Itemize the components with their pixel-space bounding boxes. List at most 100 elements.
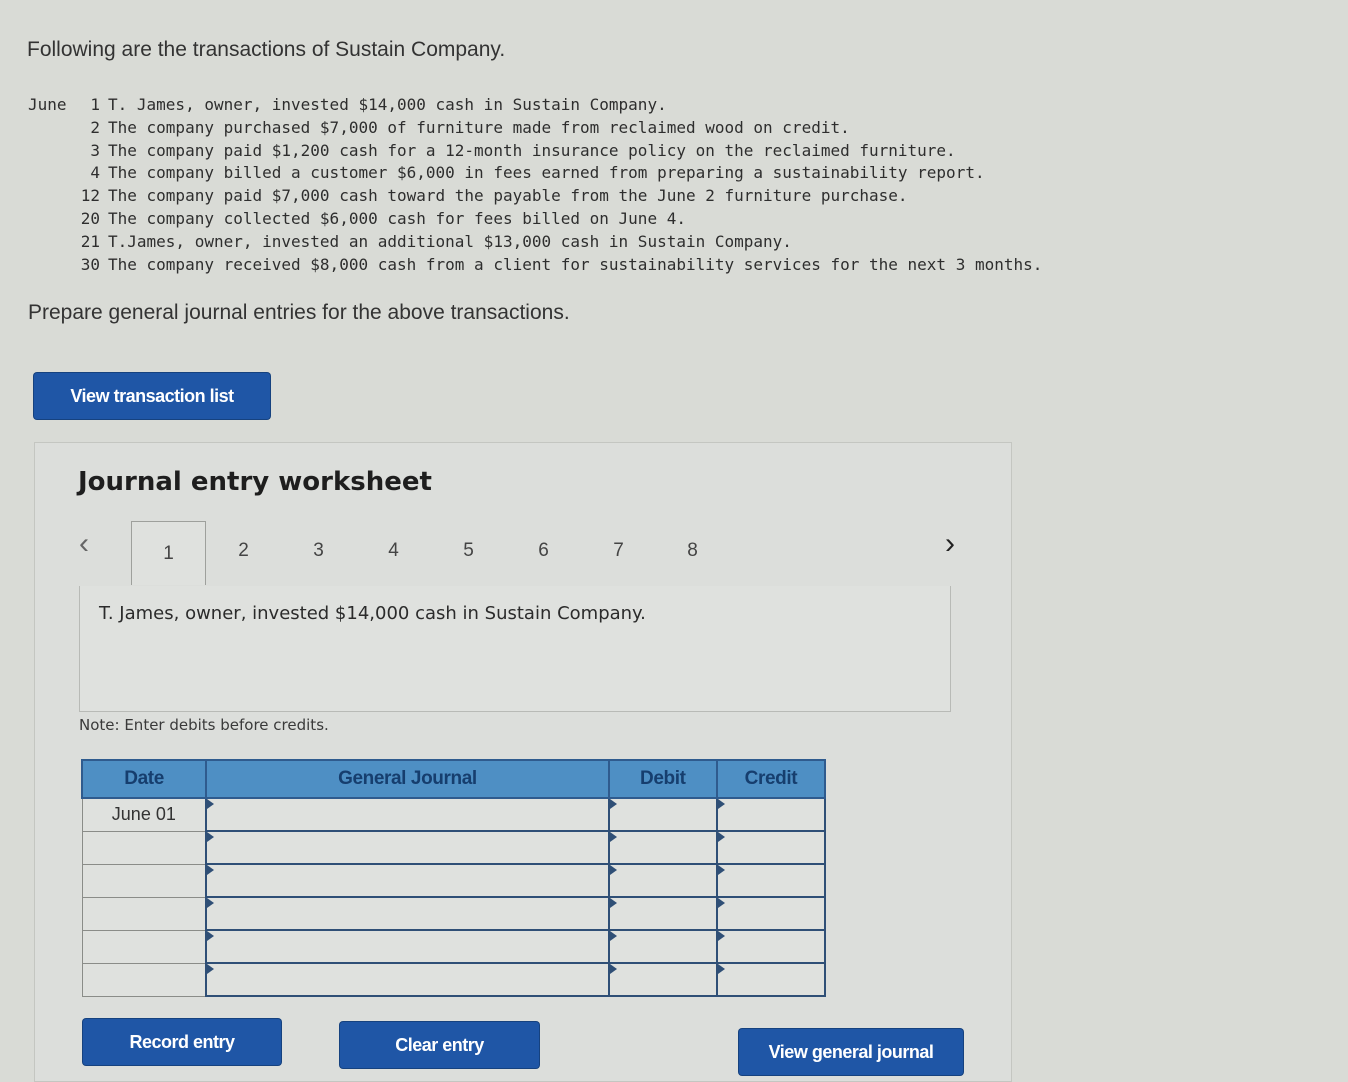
transaction-day: 12 [80, 186, 100, 206]
debit-cell [607, 830, 718, 865]
transaction-day: 4 [90, 163, 100, 183]
cell-flag-icon [609, 931, 617, 941]
debit-cell [607, 896, 718, 931]
journal-entry-worksheet: Journal entry worksheet ‹ 1 2 3 4 5 6 7 … [34, 442, 1012, 1082]
debit-input[interactable] [609, 964, 716, 995]
credit-input[interactable] [717, 964, 824, 995]
tab-1[interactable]: 1 [131, 521, 206, 585]
tab-8[interactable]: 8 [655, 521, 730, 581]
tab-7[interactable]: 7 [581, 521, 656, 581]
date-cell [81, 929, 208, 964]
credit-cell [715, 962, 827, 997]
credit-cell [715, 929, 827, 964]
transaction-text: T.James, owner, invested an additional $… [108, 231, 792, 251]
debit-input[interactable] [609, 865, 716, 896]
transaction-text: The company collected $6,000 cash for fe… [108, 208, 686, 228]
cell-flag-icon [717, 931, 725, 941]
prev-arrow-icon[interactable]: ‹ [79, 527, 89, 561]
transaction-description: T. James, owner, invested $14,000 cash i… [99, 603, 646, 624]
account-input[interactable] [207, 799, 608, 830]
cell-flag-icon [207, 799, 215, 809]
account-input[interactable] [207, 865, 608, 896]
account-input[interactable] [207, 931, 608, 962]
credit-cell [715, 830, 827, 865]
transaction-text: The company paid $1,200 cash for a 12-mo… [108, 140, 956, 160]
debit-input[interactable] [609, 799, 716, 830]
table-row [81, 962, 827, 997]
cell-flag-icon [207, 832, 215, 842]
tab-3[interactable]: 3 [281, 521, 356, 581]
transaction-day: 21 [80, 231, 100, 251]
account-input[interactable] [207, 832, 608, 863]
debit-cell [607, 797, 718, 832]
credit-input[interactable] [717, 898, 824, 929]
debit-input[interactable] [609, 898, 716, 929]
date-cell [81, 863, 208, 898]
cell-flag-icon [717, 964, 725, 974]
intro-text: Following are the transactions of Sustai… [27, 38, 506, 61]
debit-input[interactable] [609, 931, 716, 962]
cell-flag-icon [207, 898, 215, 908]
transaction-day: 1 [90, 95, 100, 114]
cell-flag-icon [609, 964, 617, 974]
transaction-text: The company billed a customer $6,000 in … [108, 163, 985, 183]
tab-2[interactable]: 2 [206, 521, 281, 581]
header-credit: Credit [715, 759, 827, 799]
acct-cell [205, 863, 610, 898]
transaction-item: 3 The company paid $1,200 cash for a 12-m… [28, 140, 1042, 163]
transaction-month: June [28, 95, 67, 114]
transaction-day: 3 [90, 140, 100, 160]
table-row [81, 863, 827, 898]
transaction-text: The company purchased $7,000 of furnitur… [108, 117, 850, 137]
transaction-item: 21 T.James, owner, invested an additional… [28, 231, 1042, 254]
view-general-journal-button[interactable]: View general journal [739, 1029, 963, 1075]
credit-input[interactable] [717, 931, 824, 962]
cell-flag-icon [207, 865, 215, 875]
credit-input[interactable] [717, 799, 824, 830]
date-cell [81, 962, 208, 997]
record-entry-button[interactable]: Record entry [83, 1019, 281, 1065]
transaction-text: The company received $8,000 cash from a … [108, 254, 1043, 274]
cell-flag-icon [609, 898, 617, 908]
acct-cell [205, 962, 610, 997]
tab-4[interactable]: 4 [356, 521, 431, 581]
date-cell: June 01 [81, 797, 208, 832]
next-arrow-icon[interactable]: › [945, 527, 955, 561]
acct-cell [205, 896, 610, 931]
cell-flag-icon [207, 931, 215, 941]
credit-cell [715, 797, 827, 832]
header-general-journal: General Journal [205, 759, 610, 799]
cell-flag-icon [609, 799, 617, 809]
transaction-item: 12 The company paid $7,000 cash toward th… [28, 185, 1042, 208]
account-input[interactable] [207, 964, 608, 995]
transaction-list: June 1 T. James, owner, invested $14,000 c… [28, 94, 1042, 276]
account-input[interactable] [207, 898, 608, 929]
transaction-day: 2 [90, 117, 100, 137]
debit-cell [607, 863, 718, 898]
transaction-tabs: ‹ 1 2 3 4 5 6 7 8 › [79, 519, 957, 585]
transaction-text: The company paid $7,000 cash toward the … [108, 186, 908, 206]
credit-cell [715, 896, 827, 931]
credit-input[interactable] [717, 832, 824, 863]
transaction-description-box: T. James, owner, invested $14,000 cash i… [79, 586, 951, 712]
clear-entry-button[interactable]: Clear entry [340, 1022, 539, 1068]
transaction-item: 30 The company received $8,000 cash from … [28, 254, 1043, 277]
debit-cell [607, 962, 718, 997]
table-row [81, 896, 827, 931]
table-row [81, 929, 827, 964]
credit-input[interactable] [717, 865, 824, 896]
tab-6[interactable]: 6 [506, 521, 581, 581]
transaction-item: 4 The company billed a customer $6,000 in… [28, 162, 1042, 185]
transaction-text: T. James, owner, invested $14,000 cash i… [108, 95, 667, 114]
debit-input[interactable] [609, 832, 716, 863]
general-journal-table: Date General Journal Debit Credit June 0… [80, 759, 827, 997]
instruction-text: Prepare general journal entries for the … [28, 301, 570, 324]
acct-cell [205, 830, 610, 865]
cell-flag-icon [717, 898, 725, 908]
cell-flag-icon [609, 865, 617, 875]
date-cell [81, 830, 208, 865]
date-cell [81, 896, 208, 931]
view-transaction-list-button[interactable]: View transaction list [34, 373, 270, 419]
tab-5[interactable]: 5 [431, 521, 506, 581]
credit-cell [715, 863, 827, 898]
